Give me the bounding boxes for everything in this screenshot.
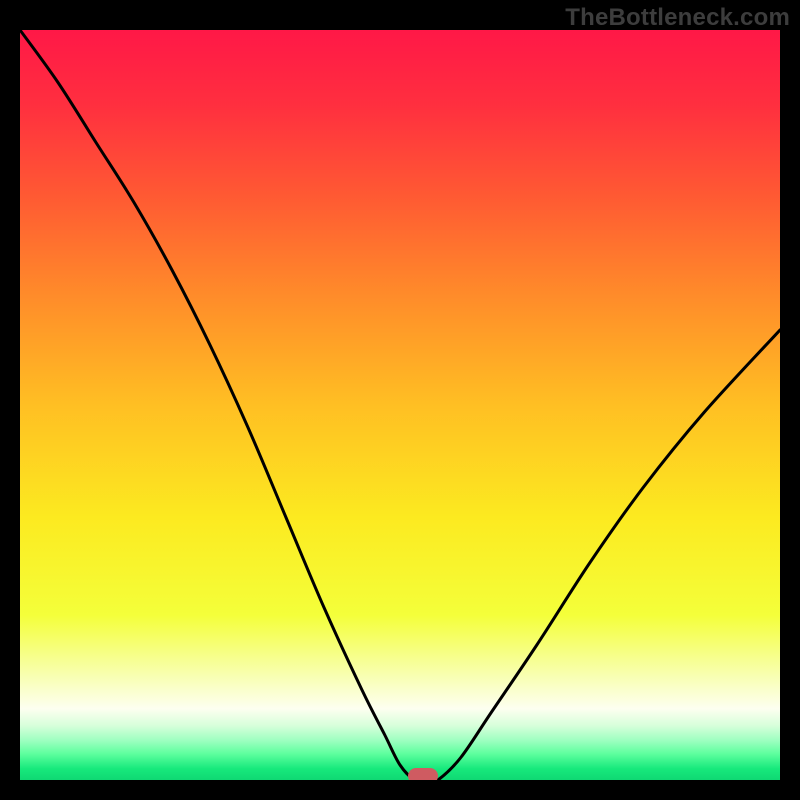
optimal-point-marker <box>408 768 438 780</box>
curve-path <box>20 30 780 780</box>
chart-frame: TheBottleneck.com <box>0 0 800 800</box>
bottleneck-curve <box>20 30 780 780</box>
watermark-text: TheBottleneck.com <box>565 4 790 32</box>
plot-area <box>20 30 780 780</box>
